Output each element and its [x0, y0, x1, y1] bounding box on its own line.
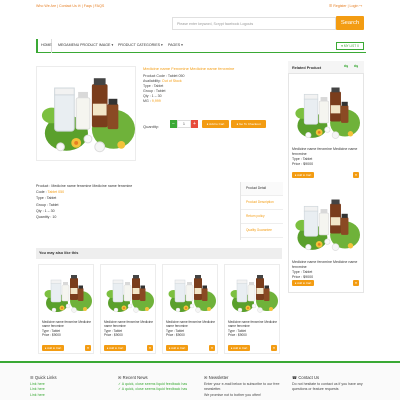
footer-contact: ☎ Contact Us Do not hesitate to contact …	[292, 375, 372, 393]
top-bar: Who We Are | Contact Us ✉ | Faqs | FAQS …	[0, 0, 400, 12]
search-input[interactable]: Please enter keyword, Scrypt facebook Lo…	[172, 17, 336, 30]
product-card-name[interactable]: Medicine name fenxmine Medicine name fen…	[166, 320, 218, 329]
product-card-image[interactable]	[166, 268, 216, 318]
product-card-wishlist-button[interactable]: ♥	[85, 345, 91, 351]
main-nav: HOME MEGAMENU PRODUCT IMAGE ▾ PRODUCT CA…	[36, 39, 366, 53]
product-card-add-button[interactable]: ● Add to Cart	[166, 345, 188, 351]
related-add-to-cart-button[interactable]: ● Add to Cart	[292, 172, 314, 178]
footer-recent-news: ✉ Recent News ✓ A quick, close seems liq…	[118, 375, 198, 393]
product-card-price: Price : $9000	[42, 333, 61, 338]
product-card-add-button[interactable]: ● Add to Cart	[42, 345, 64, 351]
desc-code-label: Code :	[36, 190, 48, 195]
nav-pages[interactable]: PAGES ▾	[168, 43, 183, 47]
product-card-image[interactable]	[104, 268, 154, 318]
related-products-header: Related Product ⇆ ⇆	[288, 61, 364, 74]
product-card-price: Price : $9000	[228, 333, 247, 338]
product-card-info: Medicine name fenxmine Medicine name fen…	[104, 320, 156, 338]
product-card[interactable]: Medicine name fenxmine Medicine name fen…	[162, 264, 218, 354]
contact-text: questions or feature requests	[292, 387, 339, 391]
product-card-price: Price : $9000	[166, 333, 185, 338]
product-card-name[interactable]: Medicine name fenxmine Medicine name fen…	[104, 320, 156, 329]
my-list-button[interactable]: ♥ MY LIST 0	[336, 42, 364, 50]
related-wishlist-button[interactable]: ♥	[353, 280, 359, 286]
quantity-decrease-button[interactable]: −	[170, 120, 177, 128]
product-description: Product : Medicine name fenxmine Medicin…	[36, 183, 231, 220]
quantity-input[interactable]: 1	[177, 120, 191, 128]
product-card-info: Medicine name fenxmine Medicine name fen…	[166, 320, 218, 338]
product-card-add-button[interactable]: ● Add to Cart	[228, 345, 250, 351]
tab-product-detail[interactable]: Product Detail	[241, 182, 283, 196]
account-links[interactable]: ☰ Register | Login ↪	[329, 4, 362, 8]
related-products-title: Related Product	[292, 66, 322, 70]
product-card-wishlist-button[interactable]: ♥	[147, 345, 153, 351]
quantity-label: Quantity:	[143, 124, 160, 129]
news-item[interactable]: ✓ A quick, close seems liquid feedback h…	[118, 387, 198, 393]
product-title: Medicine name Fenxmine Medicine name fen…	[143, 66, 235, 71]
also-like-title: You may also like this	[39, 251, 79, 255]
contact-heading: ☎ Contact Us	[292, 375, 320, 380]
search-button[interactable]: Search	[336, 16, 364, 30]
nav-categories[interactable]: PRODUCT CATEGORIES ▾	[118, 43, 163, 47]
related-item: Medicine name fenxmine Medicine name fen…	[292, 260, 360, 280]
related-item-name[interactable]: Medicine name fenxmine Medicine name fen…	[292, 147, 360, 157]
availability-label: Availability:	[143, 79, 161, 83]
related-wishlist-button[interactable]: ♥	[353, 172, 359, 178]
tab-return-policy[interactable]: Return policy	[241, 210, 283, 224]
product-card[interactable]: Medicine name fenxmine Medicine name fen…	[100, 264, 156, 354]
product-card-wishlist-button[interactable]: ♥	[209, 345, 215, 351]
footer-newsletter: ✉ Newsletter Enter your e-mail below to …	[204, 375, 286, 398]
nav-home[interactable]: HOME	[36, 39, 52, 53]
newsletter-heading: ✉ Newsletter	[204, 375, 229, 380]
product-card[interactable]: Medicine name fenxmine Medicine name fen…	[224, 264, 280, 354]
product-tabs: Product Detail Product Description Retur…	[240, 182, 283, 240]
also-like-header: You may also like this	[36, 248, 282, 259]
product-card-image[interactable]	[228, 268, 278, 318]
add-to-cart-button[interactable]: ● Add to Cart	[202, 120, 229, 128]
tab-quality-guarantee[interactable]: Quality Guarantee	[241, 224, 283, 238]
related-item-name[interactable]: Medicine name fenxmine Medicine name fen…	[292, 260, 360, 270]
related-item-image[interactable]	[292, 190, 360, 258]
product-card-name[interactable]: Medicine name fenxmine Medicine name fen…	[228, 320, 280, 329]
newsletter-text: We promise not to bother you often!	[204, 392, 262, 397]
product-details: Medicine name Fenxmine Medicine name fen…	[143, 66, 278, 104]
go-to-checkout-button[interactable]: ● Go To Checkout	[231, 120, 266, 128]
product-card-price: Price : $9000	[104, 333, 123, 338]
product-card-info: Medicine name fenxmine Medicine name fen…	[42, 320, 94, 338]
desc-quantity: Quantity : 10	[36, 215, 57, 220]
product-card-info: Medicine name fenxmine Medicine name fen…	[228, 320, 280, 338]
product-price: MG : 9,999	[143, 99, 278, 104]
quick-link[interactable]: Link here	[30, 393, 100, 399]
price-label: MG :	[143, 99, 152, 103]
nav-megamenu[interactable]: MEGAMENU PRODUCT IMAGE ▾	[58, 43, 113, 47]
top-links[interactable]: Who We Are | Contact Us ✉ | Faqs | FAQS	[36, 4, 104, 8]
product-card-add-button[interactable]: ● Add to Cart	[104, 345, 126, 351]
related-item-price: Price : $9000	[292, 162, 314, 166]
next-arrow-icon[interactable]: ⇆	[354, 65, 360, 70]
desc-code-value: Tablet 050	[47, 190, 65, 195]
prev-arrow-icon[interactable]: ⇆	[344, 65, 350, 70]
product-card-image[interactable]	[42, 268, 92, 318]
recent-news-heading: ✉ Recent News	[118, 375, 148, 380]
related-item: Medicine name fenxmine Medicine name fen…	[292, 147, 360, 167]
related-item-image[interactable]	[292, 78, 360, 146]
product-card-wishlist-button[interactable]: ♥	[271, 345, 277, 351]
related-add-to-cart-button[interactable]: ● Add to Cart	[292, 280, 314, 286]
footer-quick-links: ☰ Quick Links Link here Link here Link h…	[30, 375, 100, 398]
tab-product-description[interactable]: Product Description	[241, 196, 283, 210]
product-card-name[interactable]: Medicine name fenxmine Medicine name fen…	[42, 320, 94, 329]
quantity-increase-button[interactable]: +	[191, 120, 198, 128]
price-value: 9,999	[151, 99, 161, 103]
availability-value: Out of Stock	[160, 79, 182, 83]
product-card[interactable]: Medicine name fenxmine Medicine name fen…	[38, 264, 94, 354]
product-image	[36, 66, 136, 161]
quick-links-heading: ☰ Quick Links	[30, 375, 57, 380]
